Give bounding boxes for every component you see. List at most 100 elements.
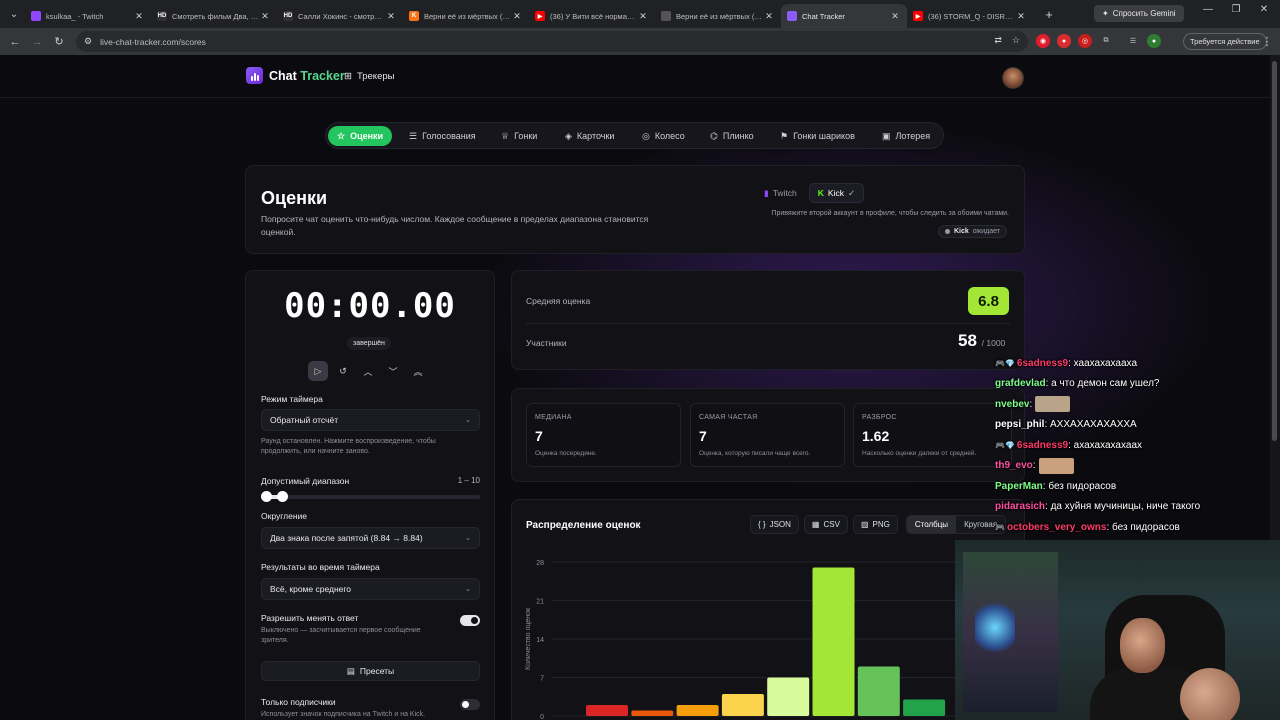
nav-item-icon: ◎	[642, 130, 650, 141]
chart-bar	[767, 677, 810, 716]
tab-close-icon[interactable]: ✕	[259, 11, 271, 22]
tab-close-icon[interactable]: ✕	[1015, 11, 1027, 22]
tab-title: Верни её из мёртвых (2...	[676, 11, 763, 21]
extension-adblock-icon[interactable]: ●	[1057, 34, 1071, 48]
chart-bar	[812, 567, 855, 716]
chevron-down-icon[interactable]: ﹀	[383, 361, 403, 381]
browser-tab[interactable]: ▶ (36) STORM_Q - DISRES... ✕	[907, 4, 1033, 28]
timer-settings-card: 00:00.00 завершён ▷ ↺ ︿ ﹀ ︽ Режим таймер…	[245, 270, 495, 720]
export-csv-button[interactable]: ▦ CSV	[803, 515, 848, 534]
nav-item-label: Карточки	[576, 131, 615, 141]
minimize-icon[interactable]: —	[1198, 4, 1218, 15]
browser-menu-icon[interactable]: ⋮	[1256, 35, 1278, 48]
reset-icon[interactable]: ↺	[333, 361, 353, 381]
extension-record-icon[interactable]: ◎	[1078, 34, 1092, 48]
site-info-icon[interactable]: ⚙	[84, 36, 92, 47]
back-icon[interactable]: ←	[4, 36, 26, 48]
forward-icon[interactable]: →	[26, 36, 48, 48]
range-min-handle[interactable]	[261, 491, 272, 502]
tab-close-icon[interactable]: ✕	[763, 11, 775, 22]
extension-shield-icon[interactable]: ◉	[1036, 34, 1050, 48]
browser-tab[interactable]: K Верни её из мёртвых (2... ✕	[403, 4, 529, 28]
range-slider[interactable]	[261, 491, 480, 502]
chart-bar	[586, 705, 628, 716]
spread-desc: Насколько оценки далеки от средней.	[862, 450, 977, 457]
rounding-select[interactable]: Два знака после запятой (8.84 → 8.84) ⌄	[261, 527, 480, 549]
presets-button[interactable]: ▤ Пресеты	[261, 661, 480, 681]
chat-text: : без пидорасов	[1042, 480, 1117, 492]
trackers-label: Трекеры	[356, 71, 395, 82]
user-avatar[interactable]	[1002, 67, 1024, 89]
needs-action-button[interactable]: Требуется действие	[1183, 33, 1267, 50]
timer-mode-select[interactable]: Обратный отсчёт ⌄	[261, 409, 480, 431]
site-logo[interactable]: Chat Tracker	[246, 67, 345, 84]
tab-favicon-icon	[787, 11, 797, 21]
tab-search-icon[interactable]: ⌄	[3, 3, 25, 25]
y-tick-label: 28	[536, 560, 544, 567]
trackers-menu[interactable]: ⊞ Трекеры	[344, 71, 394, 82]
browser-tab[interactable]: HD Смотреть фильм Два, тр... ✕	[151, 4, 277, 28]
nav-item[interactable]: ▣ Лотерея	[876, 126, 936, 146]
address-bar[interactable]: ⚙ live-chat-tracker.com/scores ⇄ ☆	[76, 31, 1028, 52]
browser-tab[interactable]: HD Салли Хокинс - смотрет... ✕	[277, 4, 403, 28]
tab-close-icon[interactable]: ✕	[133, 11, 145, 22]
tab-close-icon[interactable]: ✕	[511, 11, 523, 22]
nav-item-label: Плинко	[722, 131, 754, 141]
subs-only-toggle[interactable]	[460, 699, 480, 710]
image-icon: ▨	[860, 520, 869, 529]
range-max-handle[interactable]	[277, 491, 288, 502]
tab-close-icon[interactable]: ✕	[889, 11, 901, 22]
chat-message: pidarasich: да хуйня мучиницы, ниче тако…	[995, 497, 1280, 518]
translate-icon[interactable]: ⇄	[994, 35, 1002, 46]
export-png-button[interactable]: ▨ PNG	[852, 515, 898, 534]
extensions-puzzle-icon[interactable]: ⧉	[1099, 34, 1113, 48]
chat-message: 🎮 octobers_very_owns: без пидорасов	[995, 517, 1280, 538]
hero-card: Оценки Попросите чат оценить что-нибудь …	[245, 165, 1025, 254]
chevron-down-icon: ⌄	[465, 586, 471, 593]
reload-icon[interactable]: ↻	[48, 35, 70, 48]
new-tab-icon[interactable]: +	[1039, 4, 1059, 24]
nav-item[interactable]: ⚑ Гонки шариков	[774, 126, 861, 146]
nav-item[interactable]: ⌬ Плинко	[704, 126, 760, 146]
nav-item-icon: ◈	[565, 130, 572, 141]
bookmark-star-icon[interactable]: ☆	[1012, 35, 1020, 46]
chat-badge-icon: 🎮💎	[995, 440, 1015, 450]
nav-item[interactable]: ♕ Гонки	[495, 126, 543, 146]
maximize-icon[interactable]: ❐	[1226, 4, 1246, 15]
tab-groups-icon[interactable]: ☰	[1126, 34, 1140, 48]
chat-message: 🎮💎 6sadness9: хаахахахааха	[995, 353, 1280, 374]
browser-tab[interactable]: Верни её из мёртвых (2... ✕	[655, 4, 781, 28]
chat-message: grafdevlad: а что демон сам ушел?	[995, 374, 1280, 395]
nav-item[interactable]: ◈ Карточки	[559, 126, 620, 146]
platform-twitch-button[interactable]: ▮ Twitch	[756, 183, 805, 203]
chat-username: pepsi_phil	[995, 419, 1045, 431]
chat-username: octobers_very_owns	[1006, 521, 1107, 533]
median-stat: МЕДИАНА 7 Оценка посередине.	[526, 403, 681, 467]
browser-tab[interactable]: Chat Tracker ✕	[781, 4, 907, 28]
browser-tab[interactable]: ksulkaa_ - Twitch ✕	[25, 4, 151, 28]
chart-bar	[721, 694, 764, 716]
close-window-icon[interactable]: ✕	[1254, 4, 1274, 15]
tab-favicon-icon	[31, 11, 41, 21]
tab-favicon-icon: HD	[157, 11, 167, 21]
allow-change-note: Выключено — засчитывается первое сообщен…	[261, 627, 421, 644]
export-json-button[interactable]: { } JSON	[750, 515, 799, 534]
nav-item[interactable]: ☆ Оценки	[328, 126, 393, 146]
ask-gemini-button[interactable]: ✦ Спросить Gemini	[1094, 5, 1184, 22]
tab-close-icon[interactable]: ✕	[385, 11, 397, 22]
participants-count: 58 / 1000	[958, 331, 1006, 350]
tab-close-icon[interactable]: ✕	[637, 11, 649, 22]
allow-change-toggle[interactable]	[460, 615, 480, 626]
results-select[interactable]: Всё, кроме среднего ⌄	[261, 578, 480, 600]
nav-item[interactable]: ◎ Колесо	[636, 126, 691, 146]
browser-tab[interactable]: ▶ (36) У Вити всё нормал... ✕	[529, 4, 655, 28]
chart-bar	[903, 699, 946, 716]
double-chevron-up-icon[interactable]: ︽	[408, 361, 428, 381]
view-bars-tab[interactable]: Столбцы	[906, 516, 957, 533]
rounding-label: Округление	[261, 511, 307, 521]
play-icon[interactable]: ▷	[308, 361, 328, 381]
nav-item[interactable]: ☰ Голосования	[403, 126, 482, 146]
profile-avatar-icon[interactable]: ●	[1147, 34, 1161, 48]
platform-kick-button[interactable]: K Kick ✓	[808, 183, 865, 203]
chevron-up-icon[interactable]: ︿	[358, 361, 378, 381]
